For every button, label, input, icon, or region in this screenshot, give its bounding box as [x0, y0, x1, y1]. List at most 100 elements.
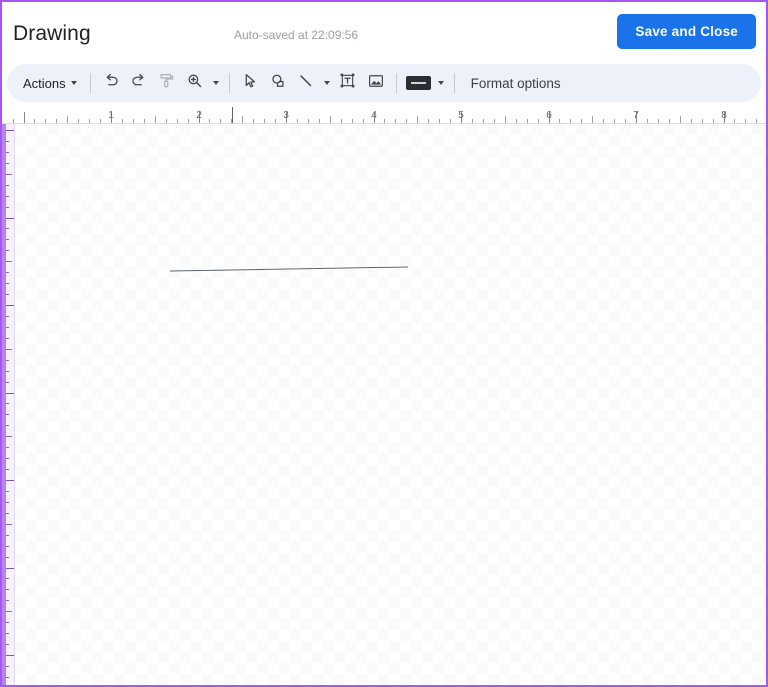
- ruler-tick: [6, 163, 9, 164]
- ruler-tick: [319, 119, 320, 123]
- ruler-tick: [516, 119, 517, 123]
- ruler-tick: [6, 261, 12, 262]
- vertical-ruler[interactable]: [2, 124, 15, 685]
- select-tool[interactable]: [236, 69, 264, 97]
- ruler-tick: [592, 116, 593, 123]
- ruler-tick: [45, 119, 46, 123]
- ruler-label: 7: [633, 110, 639, 121]
- ruler-tick: [450, 119, 451, 123]
- ruler-tick: [559, 119, 560, 123]
- ruler-tick: [6, 436, 12, 437]
- ruler-tick: [6, 491, 9, 492]
- ruler-tick: [6, 622, 9, 623]
- drawing-canvas[interactable]: [15, 124, 766, 685]
- ruler-tick: [253, 119, 254, 123]
- redo-button[interactable]: [125, 69, 153, 97]
- ruler-tick: [166, 119, 167, 123]
- ruler-tick: [6, 458, 9, 459]
- page-title: Drawing: [13, 21, 91, 45]
- ruler-tick: [439, 119, 440, 123]
- shape-tool[interactable]: [264, 69, 292, 97]
- undo-button[interactable]: [97, 69, 125, 97]
- ruler-tick: [220, 119, 221, 123]
- ruler-indent-marker[interactable]: [232, 107, 233, 123]
- drawing-toolbar: Actions Format options: [7, 64, 761, 102]
- ruler-tick: [308, 119, 309, 123]
- image-tool[interactable]: [362, 69, 390, 97]
- zoom-button[interactable]: [181, 69, 209, 97]
- ruler-tick: [6, 371, 9, 372]
- chevron-down-icon: [323, 81, 330, 85]
- toolbar-divider: [228, 73, 230, 93]
- ruler-tick: [680, 116, 681, 123]
- toolbar-container: Actions Format options: [2, 64, 766, 102]
- save-and-close-button[interactable]: Save and Close: [617, 14, 756, 49]
- ruler-tick: [6, 480, 14, 481]
- ruler-tick: [6, 611, 12, 612]
- ruler-tick: [188, 119, 189, 123]
- ruler-tick: [78, 119, 79, 123]
- paint-roller-icon: [158, 72, 176, 95]
- line-tool[interactable]: [292, 69, 320, 97]
- ruler-label: 4: [371, 110, 377, 121]
- zoom-dropdown-button[interactable]: [209, 69, 223, 97]
- ruler-tick: [6, 327, 9, 328]
- text-box-tool[interactable]: [334, 69, 362, 97]
- ruler-tick: [756, 119, 757, 123]
- ruler-tick: [647, 119, 648, 123]
- ruler-tick: [341, 119, 342, 123]
- horizontal-ruler[interactable]: 1 2 3 4 5 6 7 8: [2, 102, 766, 124]
- ruler-tick: [56, 119, 57, 123]
- ruler-tick: [6, 535, 9, 536]
- ruler-tick: [6, 414, 9, 415]
- ruler-tick: [24, 112, 25, 123]
- ruler-tick: [6, 524, 12, 525]
- ruler-tick: [6, 174, 12, 175]
- ruler-tick: [6, 578, 9, 579]
- ruler-tick: [603, 119, 604, 123]
- line-tool-dropdown-button[interactable]: [320, 69, 334, 97]
- canvas-surface[interactable]: [15, 124, 766, 685]
- ruler-tick: [100, 119, 101, 123]
- line-weight-selector[interactable]: [403, 69, 434, 97]
- ruler-tick: [6, 294, 9, 295]
- chevron-down-icon: [70, 81, 77, 85]
- ruler-tick: [6, 644, 9, 645]
- ruler-tick: [6, 469, 9, 470]
- line-weight-dropdown-button[interactable]: [434, 69, 448, 97]
- undo-icon: [102, 72, 120, 95]
- ruler-tick: [428, 119, 429, 123]
- ruler-tick: [6, 316, 9, 317]
- ruler-tick: [177, 119, 178, 123]
- toolbar-divider: [395, 73, 397, 93]
- image-icon: [367, 72, 385, 95]
- ruler-tick: [625, 119, 626, 123]
- ruler-tick: [6, 513, 9, 514]
- ruler-tick: [745, 119, 746, 123]
- ruler-tick: [6, 283, 9, 284]
- ruler-tick: [6, 655, 14, 656]
- format-options-button[interactable]: Format options: [461, 76, 571, 91]
- redo-icon: [130, 72, 148, 95]
- paint-format-button: [153, 69, 181, 97]
- ruler-tick: [570, 119, 571, 123]
- editor-header: Drawing Auto-saved at 22:09:56 Save and …: [2, 2, 766, 64]
- ruler-tick: [297, 119, 298, 123]
- ruler-tick: [363, 119, 364, 123]
- ruler-tick: [6, 568, 14, 569]
- actions-menu[interactable]: Actions: [15, 69, 84, 97]
- ruler-tick: [6, 677, 9, 678]
- actions-menu-label: Actions: [23, 75, 66, 91]
- ruler-tick: [6, 600, 9, 601]
- ruler-tick: [6, 272, 9, 273]
- ruler-tick: [505, 116, 506, 123]
- ruler-tick: [6, 360, 9, 361]
- drawing-editor-window: Drawing Auto-saved at 22:09:56 Save and …: [0, 0, 768, 687]
- ruler-tick: [6, 546, 9, 547]
- ruler-tick: [406, 119, 407, 123]
- ruler-tick: [6, 338, 9, 339]
- ruler-tick: [133, 119, 134, 123]
- ruler-tick: [6, 425, 9, 426]
- shapes-icon: [269, 72, 287, 95]
- ruler-tick: [6, 185, 9, 186]
